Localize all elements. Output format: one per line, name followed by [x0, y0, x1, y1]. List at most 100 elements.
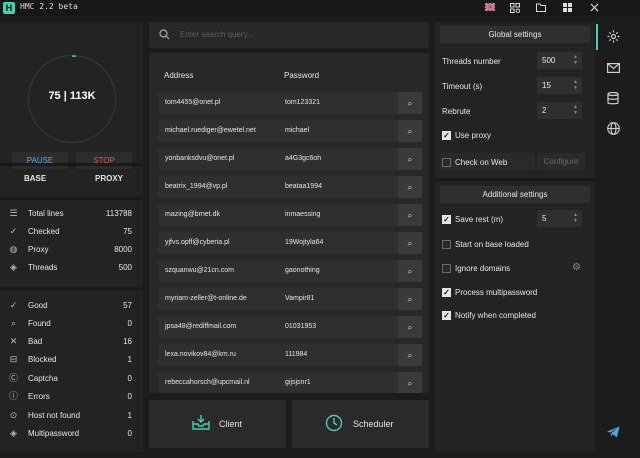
- result-blocked: ⊟ Blocked 1: [8, 354, 134, 368]
- search-icon[interactable]: ⌕: [398, 176, 422, 198]
- search-icon[interactable]: ⌕: [398, 344, 422, 366]
- divider: [435, 178, 595, 181]
- row-password: gijsjsnr1: [285, 379, 311, 386]
- telegram-icon[interactable]: [606, 426, 620, 440]
- stat-threads: ◈ Threads 500: [8, 262, 134, 276]
- table-row[interactable]: szquanwu@21cn.com gaonothing ⌕: [158, 260, 422, 282]
- uk-flag-icon[interactable]: [484, 2, 496, 13]
- globe-icon: ◍: [9, 244, 18, 254]
- search-icon[interactable]: ⌕: [398, 92, 422, 114]
- result-value: 0: [127, 319, 132, 328]
- row-email: lexa.novikov84@km.ru: [165, 351, 236, 358]
- scheduler-label: Scheduler: [353, 419, 394, 429]
- check-web-label: Check on Web: [455, 158, 508, 167]
- start-on-base-checkbox[interactable]: [442, 240, 451, 249]
- grid-icon[interactable]: [510, 3, 521, 14]
- configure-button[interactable]: Configure: [537, 153, 585, 170]
- stepper-arrows-icon[interactable]: ▲ ▼: [573, 79, 578, 91]
- right-sidebar: [596, 16, 640, 458]
- table-row[interactable]: lexa.novikov84@km.ru 111984 ⌕: [158, 344, 422, 366]
- title-bar: H HMC 2.2 beta: [0, 0, 640, 16]
- tab-base[interactable]: BASE: [24, 174, 46, 183]
- close-icon[interactable]: [589, 3, 599, 13]
- ignore-domains-checkbox[interactable]: [442, 264, 451, 273]
- table-row[interactable]: michael.ruediger@ewetel.net michael ⌕: [158, 120, 422, 142]
- table-row[interactable]: rebeccahorsch@upcmail.nl gijsjsnr1 ⌕: [158, 372, 422, 393]
- row-email: myriam-zeller@t-online.de: [165, 295, 247, 302]
- result-host-not-found: ⊙ Host not found 1: [8, 410, 134, 424]
- inbox-icon: [191, 414, 211, 434]
- result-value: 0: [127, 392, 132, 401]
- process-multipassword-label: Process multipassword: [455, 288, 538, 297]
- client-button[interactable]: Client: [149, 400, 286, 448]
- search-icon[interactable]: ⌕: [398, 232, 422, 254]
- row-email: beatrix_1994@vp.pl: [165, 183, 228, 190]
- stat-value: 8000: [114, 245, 132, 254]
- search-icon[interactable]: ⌕: [398, 288, 422, 310]
- search-icon: [159, 29, 171, 41]
- stepper-arrows-icon[interactable]: ▲ ▼: [573, 212, 578, 224]
- table-row[interactable]: tom4455@onet.pl tom123321 ⌕: [158, 92, 422, 114]
- result-label: Good: [28, 301, 48, 310]
- start-on-base-label: Start on base loaded: [455, 240, 529, 249]
- result-good: ✓ Good 57: [8, 300, 134, 314]
- app-title: HMC 2.2 beta: [20, 2, 78, 11]
- result-label: Errors: [28, 392, 50, 401]
- search-icon[interactable]: ⌕: [398, 204, 422, 226]
- timeout-stepper[interactable]: 15 ▲ ▼: [537, 77, 582, 94]
- table-row[interactable]: mazing@brnet.dk inmaessing ⌕: [158, 204, 422, 226]
- row-password: gaonothing: [285, 267, 320, 274]
- divider: [0, 287, 143, 290]
- stepper-arrows-icon[interactable]: ▲ ▼: [573, 54, 578, 66]
- stepper-arrows-icon[interactable]: ▲ ▼: [573, 104, 578, 116]
- table-row[interactable]: jpsa48@rediffmail.com 01031953 ⌕: [158, 316, 422, 338]
- check-web-checkbox[interactable]: [442, 158, 451, 167]
- use-proxy-checkbox[interactable]: ✓: [442, 131, 451, 140]
- stat-proxy: ◍ Proxy 8000: [8, 244, 134, 258]
- search-bar[interactable]: Enter search query...: [149, 22, 429, 48]
- row-email: yjfvs.opff@cyberia.pl: [165, 239, 230, 246]
- row-password: 111984: [285, 351, 308, 358]
- result-found: ⌕ Found 0: [8, 318, 134, 332]
- x-icon: ✕: [9, 336, 18, 346]
- notify-checkbox[interactable]: ✓: [442, 311, 451, 320]
- result-label: Multipassword: [28, 429, 80, 438]
- search-icon[interactable]: ⌕: [398, 316, 422, 338]
- gear-icon[interactable]: [606, 30, 620, 44]
- error-icon: ⓘ: [8, 391, 18, 401]
- host-icon: ⊙: [9, 410, 18, 420]
- result-bad: ✕ Bad 16: [8, 336, 134, 350]
- lock-icon: ⊟: [9, 354, 18, 364]
- windows-icon[interactable]: [562, 3, 572, 13]
- folder-icon[interactable]: [536, 3, 546, 13]
- threads-stepper[interactable]: 500 ▲ ▼: [537, 52, 582, 69]
- mail-icon[interactable]: [606, 62, 620, 76]
- layers-icon: ◈: [10, 428, 17, 438]
- table-row[interactable]: myriam-zeller@t-online.de Vampir81 ⌕: [158, 288, 422, 310]
- scheduler-button[interactable]: Scheduler: [292, 400, 429, 448]
- process-multipassword-checkbox[interactable]: ✓: [442, 288, 451, 297]
- database-icon[interactable]: [606, 91, 620, 106]
- save-rest-checkbox[interactable]: ✓: [442, 215, 451, 224]
- search-icon[interactable]: ⌕: [398, 148, 422, 170]
- pause-button[interactable]: PAUSE: [12, 152, 68, 169]
- search-input[interactable]: Enter search query...: [180, 30, 254, 39]
- row-password: inmaessing: [285, 211, 321, 218]
- clock-icon: [324, 414, 344, 434]
- search-icon[interactable]: ⌕: [398, 120, 422, 142]
- table-row[interactable]: beatrix_1994@vp.pl beataa1994 ⌕: [158, 176, 422, 198]
- table-row[interactable]: yonbanksdvu@onet.pl a4G3gc6oh ⌕: [158, 148, 422, 170]
- gear-icon[interactable]: ⚙: [572, 262, 581, 273]
- result-label: Found: [28, 319, 51, 328]
- table-row[interactable]: yjfvs.opff@cyberia.pl 19Wojtyla64 ⌕: [158, 232, 422, 254]
- rebrute-stepper[interactable]: 2 ▲ ▼: [537, 102, 582, 119]
- search-icon[interactable]: ⌕: [398, 260, 422, 282]
- save-rest-stepper[interactable]: 5 ▲ ▼: [537, 210, 582, 227]
- left-panel: 75 | 113K PAUSE STOP BASE PROXY ☰ Total …: [0, 22, 143, 452]
- search-icon[interactable]: ⌕: [398, 372, 422, 393]
- threads-label: Threads number: [442, 57, 501, 66]
- tab-proxy[interactable]: PROXY: [95, 174, 123, 183]
- check-circle-icon: ✓: [9, 226, 18, 236]
- globe-icon[interactable]: [606, 122, 620, 136]
- stop-button[interactable]: STOP: [76, 152, 132, 169]
